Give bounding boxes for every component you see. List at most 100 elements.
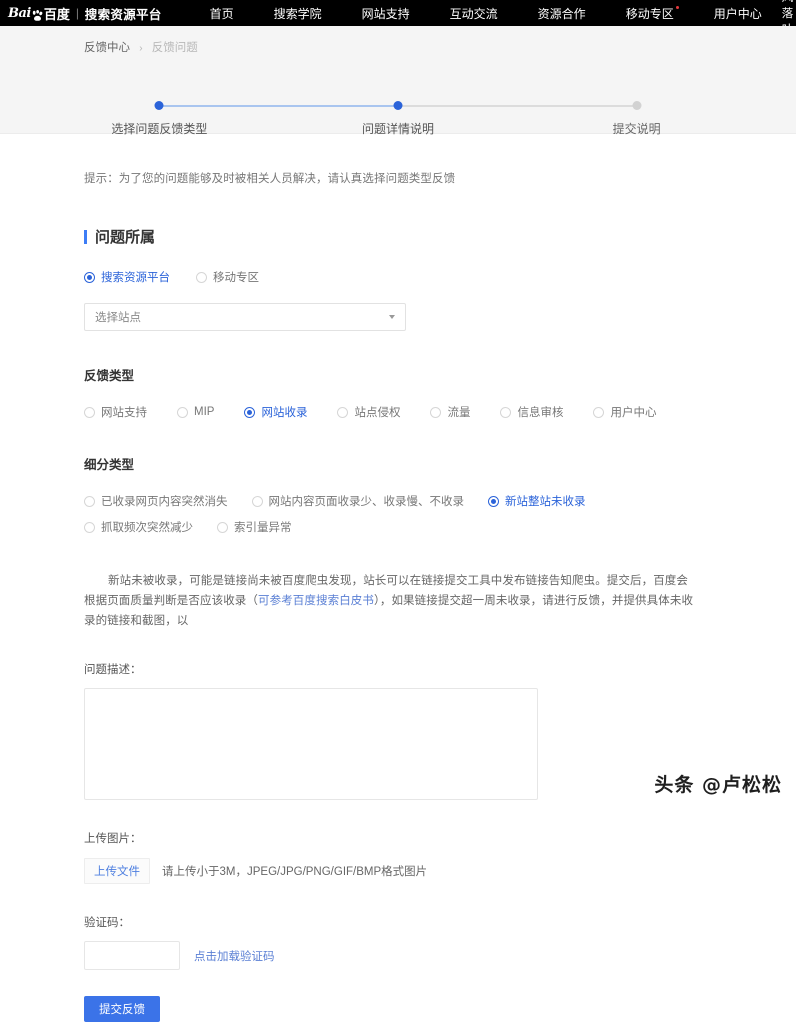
platform-name: 搜索资源平台 (84, 7, 162, 22)
nav-item-resource-cooperation[interactable]: 资源合作 (518, 5, 606, 22)
header-band: 反馈中心 › 反馈问题 选择问题反馈类型 问题详情说明 提交说明 (0, 26, 796, 136)
radio-mark-icon (244, 406, 256, 418)
watermark-text: 头条 @卢松松 (654, 774, 782, 796)
radio-subtype-low-slow-no-indexing-label: 网站内容页面收录少、收录慢、不收录 (268, 496, 465, 508)
load-captcha-link[interactable]: 点击加载验证码 (194, 948, 275, 964)
radio-mark-icon (217, 521, 228, 533)
stepper-label-1: 选择问题反馈类型 (111, 122, 208, 136)
site-select-dropdown[interactable]: 选择站点 (84, 303, 406, 331)
top-navigation-bar: Bai 百度 | 搜索资源平台 首页 搜索学院 网站支持 互动交流 资源合作 移… (0, 0, 796, 52)
radio-feedback-traffic[interactable]: 流量 (430, 404, 470, 420)
nav-links: 首页 搜索学院 网站支持 互动交流 资源合作 移动专区 用户中心 (190, 5, 782, 22)
radio-feedback-traffic-label: 流量 (447, 407, 471, 419)
radio-feedback-site-support[interactable]: 网站支持 (84, 404, 147, 420)
nav-item-interaction[interactable]: 互动交流 (430, 5, 518, 22)
issue-scope-radio-group: 搜索资源平台 移动专区 (84, 269, 712, 285)
radio-mark-icon (251, 495, 263, 507)
subtype-explanation-paragraph: 新站未被收录，可能是链接尚未被百度爬虫发现，站长可以在链接提交工具中发布链接告知… (84, 571, 699, 631)
issue-description-textarea[interactable] (84, 688, 538, 800)
stepper-dot-3 (632, 101, 642, 110)
submit-feedback-button[interactable]: 提交反馈 (84, 996, 160, 1022)
radio-mark-icon (84, 495, 95, 507)
breadcrumb-item-current: 反馈问题 (151, 42, 198, 54)
section-accent-bar (84, 229, 87, 244)
section-title-issue-scope: 问题所属 (84, 226, 712, 247)
radio-scope-search-resource-platform-label: 搜索资源平台 (101, 272, 170, 284)
logo-bai-text: Bai (8, 5, 31, 21)
stepper-label-3: 提交说明 (612, 122, 661, 136)
upload-row: 上传文件 请上传小于3M，JPEG/JPG/PNG/GIF/BMP格式图片 (84, 858, 712, 884)
radio-scope-mobile-zone[interactable]: 移动专区 (196, 269, 259, 285)
chevron-down-icon (389, 315, 395, 319)
nav-item-mobile-zone[interactable]: 移动专区 (606, 5, 694, 22)
main-content: 提示：为了您的问题能够及时被相关人员解决，请认真选择问题类型反馈 问题所属 搜索… (0, 170, 796, 1022)
tip-text: 提示：为了您的问题能够及时被相关人员解决，请认真选择问题类型反馈 (84, 173, 456, 185)
stepper-track (84, 100, 712, 111)
new-badge-dot-icon (675, 5, 679, 9)
radio-subtype-low-slow-no-indexing[interactable]: 网站内容页面收录少、收录慢、不收录 (251, 493, 465, 509)
radio-mark-icon (84, 521, 95, 533)
radio-mark-icon (177, 406, 188, 418)
radio-subtype-crawl-frequency-drop-label: 抓取频次突然减少 (101, 522, 193, 534)
radio-subtype-index-volume-anomaly[interactable]: 索引量异常 (217, 519, 292, 535)
breadcrumb-separator-icon: › (139, 43, 143, 54)
radio-mark-icon (430, 406, 442, 418)
radio-mark-icon (500, 406, 512, 418)
baidu-bear-paw-icon (32, 9, 43, 21)
baidu-logo[interactable]: Bai 百度 | 搜索资源平台 (8, 4, 162, 23)
radio-subtype-indexed-content-disappeared-label: 已收录网页内容突然消失 (101, 496, 228, 508)
radio-feedback-mip-label: MIP (194, 406, 215, 418)
radio-subtype-crawl-frequency-drop[interactable]: 抓取频次突然减少 (84, 519, 193, 535)
sub-type-radio-group: 已收录网页内容突然消失 网站内容页面收录少、收录慢、不收录 新站整站未收录 抓取… (84, 493, 712, 545)
logo-chinese-text: 百度 (43, 6, 70, 22)
upload-image-label: 上传图片： (84, 833, 142, 845)
radio-subtype-new-site-not-indexed-label: 新站整站未收录 (505, 496, 586, 508)
captcha-row: 点击加载验证码 (84, 941, 712, 970)
section-title-feedback-type: 反馈类型 (84, 369, 135, 383)
radio-scope-search-resource-platform[interactable]: 搜索资源平台 (84, 269, 170, 285)
radio-mark-icon (488, 495, 499, 507)
radio-scope-mobile-zone-label: 移动专区 (213, 272, 259, 284)
logo-divider: | (75, 6, 79, 20)
breadcrumb-item-feedback-center[interactable]: 反馈中心 (84, 42, 130, 54)
radio-feedback-site-support-label: 网站支持 (101, 407, 147, 419)
nav-item-academy[interactable]: 搜索学院 (254, 5, 342, 22)
stepper-line-pending (398, 105, 637, 107)
radio-subtype-indexed-content-disappeared[interactable]: 已收录网页内容突然消失 (84, 493, 228, 509)
upload-file-button[interactable]: 上传文件 (84, 858, 150, 884)
captcha-input[interactable] (84, 941, 180, 970)
whitepaper-link[interactable]: 可参考百度搜索白皮书 (258, 595, 374, 607)
stepper-label-2: 问题详情说明 (361, 122, 435, 136)
site-select-value: 选择站点 (95, 312, 141, 324)
progress-stepper: 选择问题反馈类型 问题详情说明 提交说明 (84, 96, 712, 136)
radio-mark-icon (337, 406, 349, 418)
section-title-issue-scope-label: 问题所属 (95, 229, 156, 246)
nav-item-site-support[interactable]: 网站支持 (342, 5, 430, 22)
radio-subtype-new-site-not-indexed[interactable]: 新站整站未收录 (488, 493, 586, 509)
radio-feedback-site-infringement[interactable]: 站点侵权 (337, 404, 400, 420)
radio-feedback-info-review[interactable]: 信息审核 (500, 404, 563, 420)
radio-subtype-index-volume-anomaly-label: 索引量异常 (234, 522, 292, 534)
radio-feedback-user-center[interactable]: 用户中心 (593, 404, 656, 420)
stepper-dot-1[interactable] (154, 101, 164, 110)
feedback-type-radio-group: 网站支持 MIP 网站收录 站点侵权 流量 信息审核 用户中心 (84, 404, 712, 420)
radio-mark-icon (593, 406, 605, 418)
nav-item-user-center[interactable]: 用户中心 (694, 5, 782, 22)
upload-hint-text: 请上传小于3M，JPEG/JPG/PNG/GIF/BMP格式图片 (162, 866, 428, 878)
nav-item-home[interactable]: 首页 (190, 5, 254, 22)
nav-item-mobile-zone-label: 移动专区 (625, 6, 674, 21)
issue-description-label: 问题描述： (84, 664, 142, 676)
stepper-line-completed (159, 105, 398, 107)
breadcrumb: 反馈中心 › 反馈问题 (0, 26, 796, 55)
radio-feedback-site-indexing[interactable]: 网站收录 (244, 404, 307, 420)
radio-feedback-user-center-label: 用户中心 (610, 407, 657, 419)
radio-feedback-info-review-label: 信息审核 (517, 407, 564, 419)
captcha-label: 验证码： (84, 917, 130, 929)
stepper-dot-2[interactable] (393, 101, 403, 110)
radio-feedback-site-infringement-label: 站点侵权 (354, 407, 401, 419)
radio-feedback-site-indexing-label: 网站收录 (261, 407, 308, 419)
radio-feedback-mip[interactable]: MIP (177, 406, 214, 418)
radio-mark-icon (84, 271, 95, 283)
section-title-sub-type: 细分类型 (84, 458, 135, 472)
radio-mark-icon (196, 271, 207, 283)
